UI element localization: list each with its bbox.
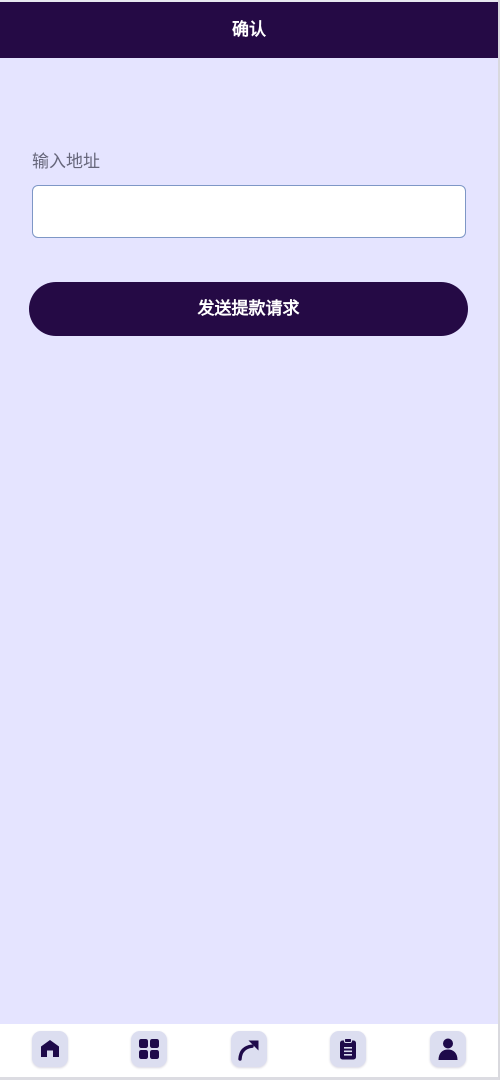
address-label: 输入地址 <box>32 152 100 172</box>
clipboard-icon <box>340 1038 356 1060</box>
grid-icon <box>139 1039 159 1059</box>
user-icon <box>438 1038 458 1060</box>
home-icon <box>41 1040 59 1057</box>
tab-transfer[interactable] <box>231 1031 267 1067</box>
bottom-tab-bar <box>0 1024 498 1077</box>
send-withdrawal-button[interactable]: 发送提款请求 <box>29 282 468 336</box>
tab-orders[interactable] <box>330 1031 366 1067</box>
top-bar: 确认 <box>0 0 498 58</box>
page-title: 确认 <box>232 20 266 40</box>
tab-grid[interactable] <box>131 1031 167 1067</box>
share-arrow-icon <box>238 1040 259 1061</box>
address-input[interactable] <box>32 185 466 238</box>
tab-home[interactable] <box>32 1031 68 1067</box>
tab-profile[interactable] <box>430 1031 466 1067</box>
app-screen: 确认 输入地址 发送提款请求 <box>0 0 500 1080</box>
